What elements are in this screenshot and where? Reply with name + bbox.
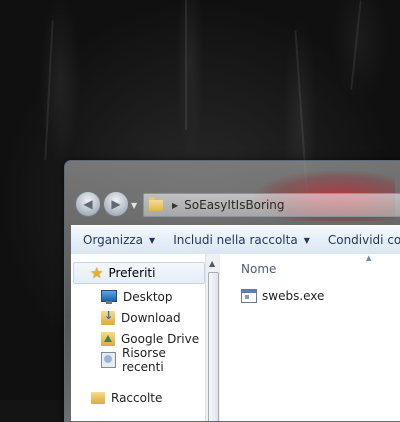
include-in-library-label: Includi nella raccolta xyxy=(173,233,298,247)
address-bar[interactable]: ▶ SoEasyItIsBoring xyxy=(143,193,400,217)
scroll-up-icon[interactable]: ▲ xyxy=(209,259,215,268)
navigation-scrollbar[interactable]: ▲ xyxy=(205,254,220,421)
recent-places-icon xyxy=(101,352,116,368)
recent-pages-dropdown[interactable]: ▼ xyxy=(131,201,137,210)
share-with-label: Condividi con xyxy=(327,233,400,247)
exe-file-icon xyxy=(241,289,257,303)
share-with-button[interactable]: Condividi con xyxy=(328,233,400,247)
navigation-pane: ★ Preferiti Desktop Download Google Driv… xyxy=(71,254,205,421)
google-drive-icon xyxy=(101,332,115,346)
forward-button[interactable]: ▶ xyxy=(103,191,129,217)
file-list-pane: ▲ Nome swebs.exe xyxy=(221,254,400,421)
nav-item-libraries[interactable]: Raccolte xyxy=(91,388,162,408)
libraries-label: Raccolte xyxy=(111,391,163,405)
folder-icon xyxy=(149,196,163,211)
desktop-texture xyxy=(44,20,54,160)
name-column-header[interactable]: Nome xyxy=(241,262,276,276)
nav-item-label: Download xyxy=(121,311,181,325)
desktop-icon xyxy=(101,290,117,304)
file-item[interactable]: swebs.exe xyxy=(241,289,324,303)
organize-label: Organizza xyxy=(83,233,144,247)
nav-item-desktop[interactable]: Desktop xyxy=(101,287,173,307)
chevron-down-icon: ▼ xyxy=(149,235,156,245)
desktop-texture xyxy=(185,0,187,130)
nav-item-download[interactable]: Download xyxy=(101,308,181,328)
desktop-texture xyxy=(350,0,362,90)
nav-item-label: Google Drive xyxy=(121,332,200,346)
nav-item-label: Desktop xyxy=(123,290,173,304)
organize-menu-button[interactable]: Organizza ▼ xyxy=(83,233,155,247)
nav-item-favorites[interactable]: ★ Preferiti xyxy=(73,262,205,284)
star-icon: ★ xyxy=(90,264,104,282)
back-button[interactable]: ◀ xyxy=(75,191,101,217)
breadcrumb-separator-icon[interactable]: ▶ xyxy=(172,201,178,210)
sort-ascending-icon: ▲ xyxy=(366,254,372,262)
explorer-content: ★ Preferiti Desktop Download Google Driv… xyxy=(71,254,400,421)
favorites-label: Preferiti xyxy=(108,266,156,280)
nav-item-recent-places[interactable]: Risorse recenti xyxy=(101,346,205,374)
nav-item-label: Risorse recenti xyxy=(122,346,166,374)
forward-arrow-icon: ▶ xyxy=(111,197,121,211)
back-arrow-icon: ◀ xyxy=(83,197,93,211)
explorer-window: ◀ ▶ ▼ ▶ SoEasyItIsBoring Organizza ▼ Inc… xyxy=(64,160,400,422)
libraries-icon xyxy=(91,392,105,404)
include-in-library-button[interactable]: Includi nella raccolta ▼ xyxy=(173,233,310,247)
file-name: swebs.exe xyxy=(262,289,325,303)
breadcrumb-current-folder[interactable]: SoEasyItIsBoring xyxy=(184,198,284,212)
chevron-down-icon: ▼ xyxy=(303,235,310,245)
download-folder-icon xyxy=(101,309,115,325)
command-toolbar: Organizza ▼ Includi nella raccolta ▼ Con… xyxy=(71,225,400,255)
